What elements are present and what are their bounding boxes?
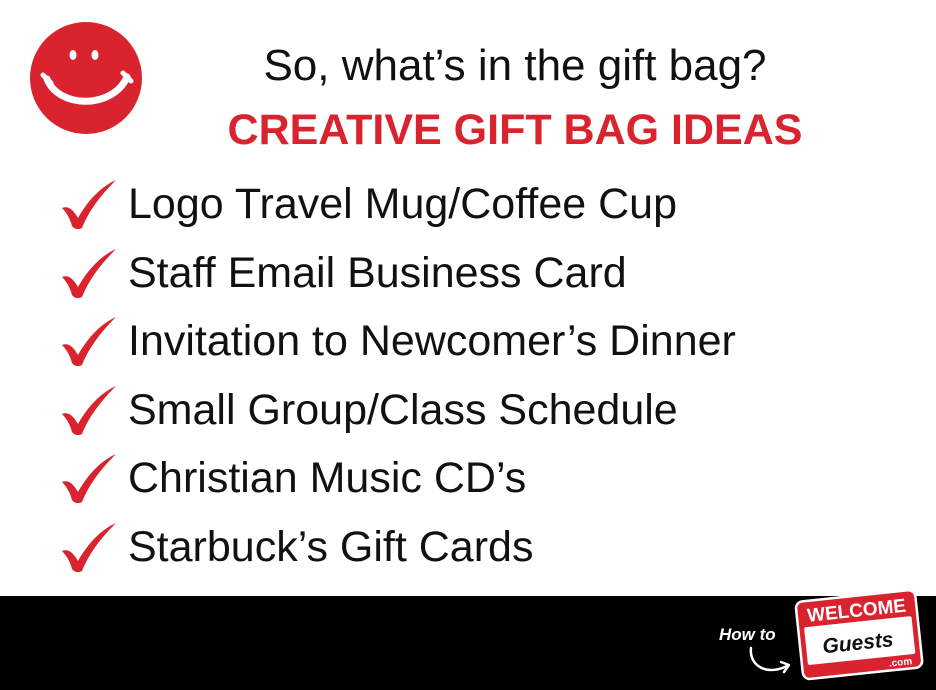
checkmark-icon (62, 385, 116, 435)
checkmark-icon (62, 248, 116, 298)
gift-idea-label: Starbuck’s Gift Cards (128, 522, 534, 571)
checkmark-icon (62, 522, 116, 572)
list-item: Staff Email Business Card (58, 239, 736, 308)
gift-idea-label: Christian Music CD’s (128, 454, 527, 503)
slide: So, what’s in the gift bag? CREATIVE GIF… (0, 0, 936, 690)
gift-idea-label: Small Group/Class Schedule (128, 385, 678, 434)
arrow-icon (749, 646, 789, 672)
logo-prefix: How to (719, 625, 776, 644)
checkmark-icon (62, 180, 116, 230)
slide-title: CREATIVE GIFT BAG IDEAS (227, 106, 803, 154)
list-item: Starbuck’s Gift Cards (58, 513, 736, 582)
list-item: Small Group/Class Schedule (58, 376, 736, 445)
checkmark-icon (62, 454, 116, 504)
gift-idea-list: Logo Travel Mug/Coffee Cup Staff Email B… (58, 170, 736, 581)
smiley-face-icon (30, 22, 142, 134)
list-item: Invitation to Newcomer’s Dinner (58, 307, 736, 376)
checkmark-icon (62, 317, 116, 367)
gift-idea-label: Staff Email Business Card (128, 248, 627, 297)
slide-question: So, what’s in the gift bag? (263, 41, 767, 90)
gift-idea-label: Logo Travel Mug/Coffee Cup (128, 180, 677, 229)
name-badge: WELCOME Guests .com (794, 588, 924, 681)
list-item: Christian Music CD’s (58, 444, 736, 513)
list-item: Logo Travel Mug/Coffee Cup (58, 170, 736, 239)
welcome-guests-logo: How to WELCOME Guests .com (719, 588, 924, 681)
gift-idea-label: Invitation to Newcomer’s Dinner (128, 317, 736, 366)
